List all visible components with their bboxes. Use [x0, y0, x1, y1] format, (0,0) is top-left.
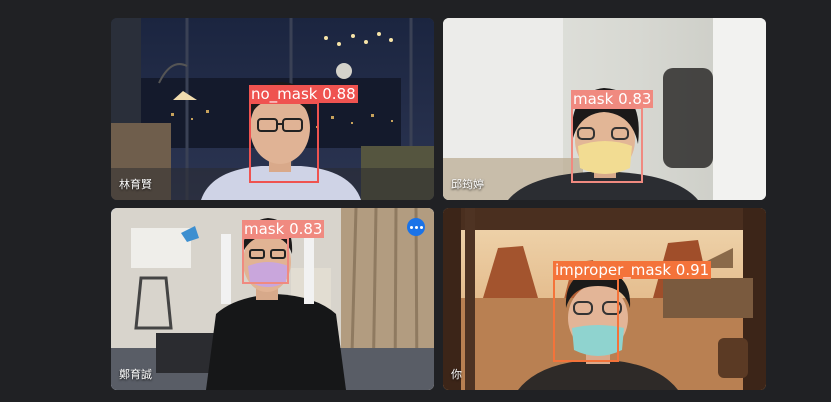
participant-name: 林育賢: [119, 178, 152, 191]
detection-box: mask 0.83: [571, 90, 654, 183]
detection-box: mask 0.83: [242, 220, 325, 284]
detection-label: no_mask 0.88: [249, 85, 358, 103]
participant-name: 你: [451, 368, 462, 381]
more-horizontal-icon: [409, 225, 423, 229]
detection-box: no_mask 0.88: [249, 85, 358, 183]
participant-name: 鄭育誠: [119, 368, 152, 381]
participant-tile-2[interactable]: mask 0.83 邱筠婷: [443, 18, 766, 200]
participant-tile-3[interactable]: mask 0.83 鄭育誠: [111, 208, 434, 390]
participant-tile-4[interactable]: improper_mask 0.91 你: [443, 208, 766, 390]
detection-label: mask 0.83: [571, 90, 654, 108]
detection-label: mask 0.83: [242, 220, 325, 238]
more-options-button[interactable]: [407, 218, 425, 236]
detection-label: improper_mask 0.91: [553, 261, 712, 279]
detection-box: improper_mask 0.91: [553, 261, 712, 362]
participant-tile-1[interactable]: no_mask 0.88 林育賢: [111, 18, 434, 200]
participant-name: 邱筠婷: [451, 178, 484, 191]
